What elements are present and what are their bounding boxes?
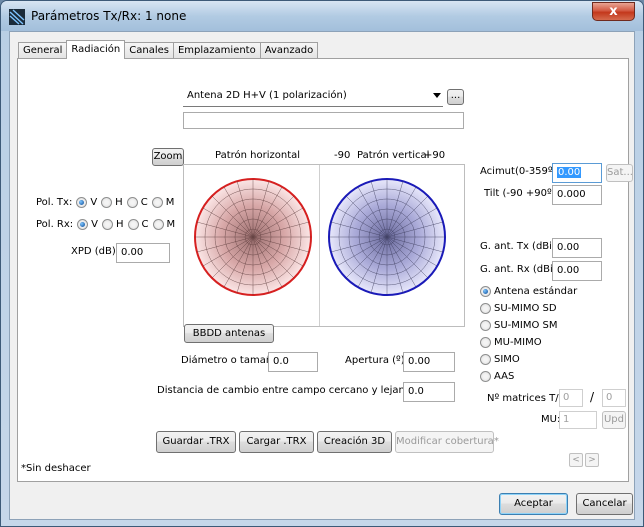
accept-button[interactable]: Aceptar bbox=[499, 493, 568, 515]
pattern-display bbox=[183, 164, 465, 327]
radio-icon[interactable] bbox=[480, 320, 491, 331]
tx-pol-option-c[interactable]: C bbox=[126, 197, 148, 208]
radio-icon[interactable] bbox=[126, 197, 138, 208]
xpd-field[interactable]: 0.00 bbox=[116, 243, 170, 263]
tab-general[interactable]: General bbox=[18, 42, 68, 59]
rx-polarization-group: Pol. Rx: V H C M bbox=[36, 219, 179, 230]
mimo-matrices-label: Nº matrices T/R: bbox=[487, 393, 569, 404]
xpd-label: XPD (dB) bbox=[71, 246, 116, 257]
save-trx-button[interactable]: Guardar .TRX bbox=[156, 431, 236, 453]
radio-icon[interactable] bbox=[76, 197, 88, 208]
close-button[interactable]: x bbox=[592, 2, 635, 21]
antenna-type-su-mimo-sd[interactable]: SU-MIMO SD bbox=[480, 303, 557, 314]
radio-icon[interactable] bbox=[480, 371, 491, 382]
tilt-field[interactable]: 0.000 bbox=[552, 185, 602, 205]
antenna-database-button[interactable]: BBDD antenas bbox=[184, 324, 274, 343]
vertical-min-label: -90 bbox=[334, 150, 351, 161]
cancel-button[interactable]: Cancelar bbox=[576, 493, 633, 515]
modify-coverage-button[interactable]: Modificar cobertura* bbox=[395, 431, 499, 453]
previous-button[interactable]: < bbox=[569, 453, 583, 467]
tilt-label: Tilt (-90 +90º) bbox=[484, 188, 556, 199]
horizontal-pattern-label: Patrón horizontal bbox=[215, 150, 301, 161]
radio-icon[interactable] bbox=[480, 286, 491, 297]
update-button[interactable]: Upd bbox=[602, 411, 626, 429]
radio-icon[interactable] bbox=[152, 219, 164, 230]
tx-pol-option-v[interactable]: V bbox=[76, 197, 97, 208]
next-button[interactable]: > bbox=[585, 453, 599, 467]
matrices-separator: / bbox=[590, 390, 595, 404]
antenna-type-mu-mimo[interactable]: MU-MIMO bbox=[480, 337, 542, 348]
tx-pol-option-h[interactable]: H bbox=[101, 197, 123, 208]
vertical-pattern-label: Patrón vertical bbox=[357, 150, 430, 161]
diameter-label: Diámetro o tamaño bbox=[181, 355, 279, 366]
antenna-combo-value: Antena 2D H+V (1 polarización) bbox=[187, 90, 347, 101]
tab-emplazamiento[interactable]: Emplazamiento bbox=[172, 42, 261, 59]
window-title: Parámetros Tx/Rx: 1 none bbox=[31, 9, 187, 23]
antenna-type-simo[interactable]: SIMO bbox=[480, 354, 520, 365]
tab-radiacion[interactable]: Radiación bbox=[66, 40, 126, 59]
near-far-distance-field[interactable]: 0.0 bbox=[403, 382, 455, 402]
tx-gain-label: G. ant. Tx (dBi) bbox=[480, 241, 556, 252]
diameter-field[interactable]: 0.0 bbox=[268, 352, 318, 372]
radio-icon[interactable] bbox=[127, 219, 139, 230]
antenna-browse-button[interactable]: ... bbox=[447, 89, 464, 105]
radio-icon[interactable] bbox=[151, 197, 163, 208]
dialog-window: Parámetros Tx/Rx: 1 none x General Radia… bbox=[0, 0, 644, 527]
radio-icon[interactable] bbox=[77, 219, 89, 230]
antenna-type-standard[interactable]: Antena estándar bbox=[480, 286, 577, 297]
azimuth-field[interactable]: 0.00 bbox=[552, 163, 602, 183]
rx-pol-option-h[interactable]: H bbox=[102, 219, 124, 230]
radio-icon[interactable] bbox=[480, 337, 491, 348]
load-trx-button[interactable]: Cargar .TRX bbox=[239, 431, 314, 453]
azimuth-label: Acimut(0-359º) bbox=[480, 166, 557, 177]
satellite-button[interactable]: Sat... bbox=[606, 164, 633, 182]
rx-gain-field[interactable]: 0.00 bbox=[552, 261, 602, 281]
mu-label: MU: bbox=[541, 414, 561, 425]
tab-avanzado[interactable]: Avanzado bbox=[259, 42, 319, 59]
rx-gain-label: G. ant. Rx (dBi) bbox=[480, 264, 557, 275]
radio-icon[interactable] bbox=[101, 197, 113, 208]
no-undo-note: *Sin deshacer bbox=[21, 463, 91, 474]
title-bar[interactable]: Parámetros Tx/Rx: 1 none x bbox=[1, 1, 643, 31]
zoom-button[interactable]: Zoom bbox=[152, 148, 184, 166]
near-far-distance-label: Distancia de cambio entre campo cercano … bbox=[157, 385, 432, 396]
tx-polarization-group: Pol. Tx: V H C M bbox=[36, 197, 178, 208]
tx-pol-option-m[interactable]: M bbox=[151, 197, 174, 208]
app-icon bbox=[9, 9, 25, 25]
horizontal-pattern-plot bbox=[194, 178, 312, 296]
radio-icon[interactable] bbox=[480, 354, 491, 365]
tx-gain-field[interactable]: 0.00 bbox=[552, 238, 602, 258]
antenna-type-combo[interactable]: Antena 2D H+V (1 polarización) bbox=[183, 87, 443, 107]
antenna-type-su-mimo-sm[interactable]: SU-MIMO SM bbox=[480, 320, 558, 331]
rx-matrices-field[interactable]: 0 bbox=[602, 389, 626, 407]
aperture-label: Apertura (º) bbox=[345, 355, 405, 366]
radiation-panel: Antena 2D H+V (1 polarización) ... Zoom … bbox=[17, 58, 633, 482]
vertical-max-label: +90 bbox=[424, 150, 446, 161]
radio-icon[interactable] bbox=[480, 303, 491, 314]
chevron-down-icon bbox=[433, 93, 441, 98]
tx-matrices-field[interactable]: 0 bbox=[559, 389, 583, 407]
rx-pol-option-v[interactable]: V bbox=[77, 219, 98, 230]
antenna-type-aas[interactable]: AAS bbox=[480, 371, 514, 382]
pattern-divider bbox=[319, 165, 320, 326]
radio-icon[interactable] bbox=[102, 219, 114, 230]
tx-polarization-label: Pol. Tx: bbox=[36, 197, 73, 208]
rx-pol-option-m[interactable]: M bbox=[152, 219, 175, 230]
antenna-description-field[interactable] bbox=[183, 112, 464, 129]
create-3d-button[interactable]: Creación 3D bbox=[317, 431, 392, 453]
rx-pol-option-c[interactable]: C bbox=[127, 219, 149, 230]
tab-canales[interactable]: Canales bbox=[124, 42, 174, 59]
tab-bar: General Radiación Canales Emplazamiento … bbox=[18, 40, 319, 59]
rx-polarization-label: Pol. Rx: bbox=[36, 219, 74, 230]
aperture-field[interactable]: 0.00 bbox=[403, 352, 455, 372]
mu-field[interactable]: 1 bbox=[559, 411, 597, 429]
dialog-client-area: General Radiación Canales Emplazamiento … bbox=[9, 31, 635, 520]
vertical-pattern-plot bbox=[328, 178, 446, 296]
